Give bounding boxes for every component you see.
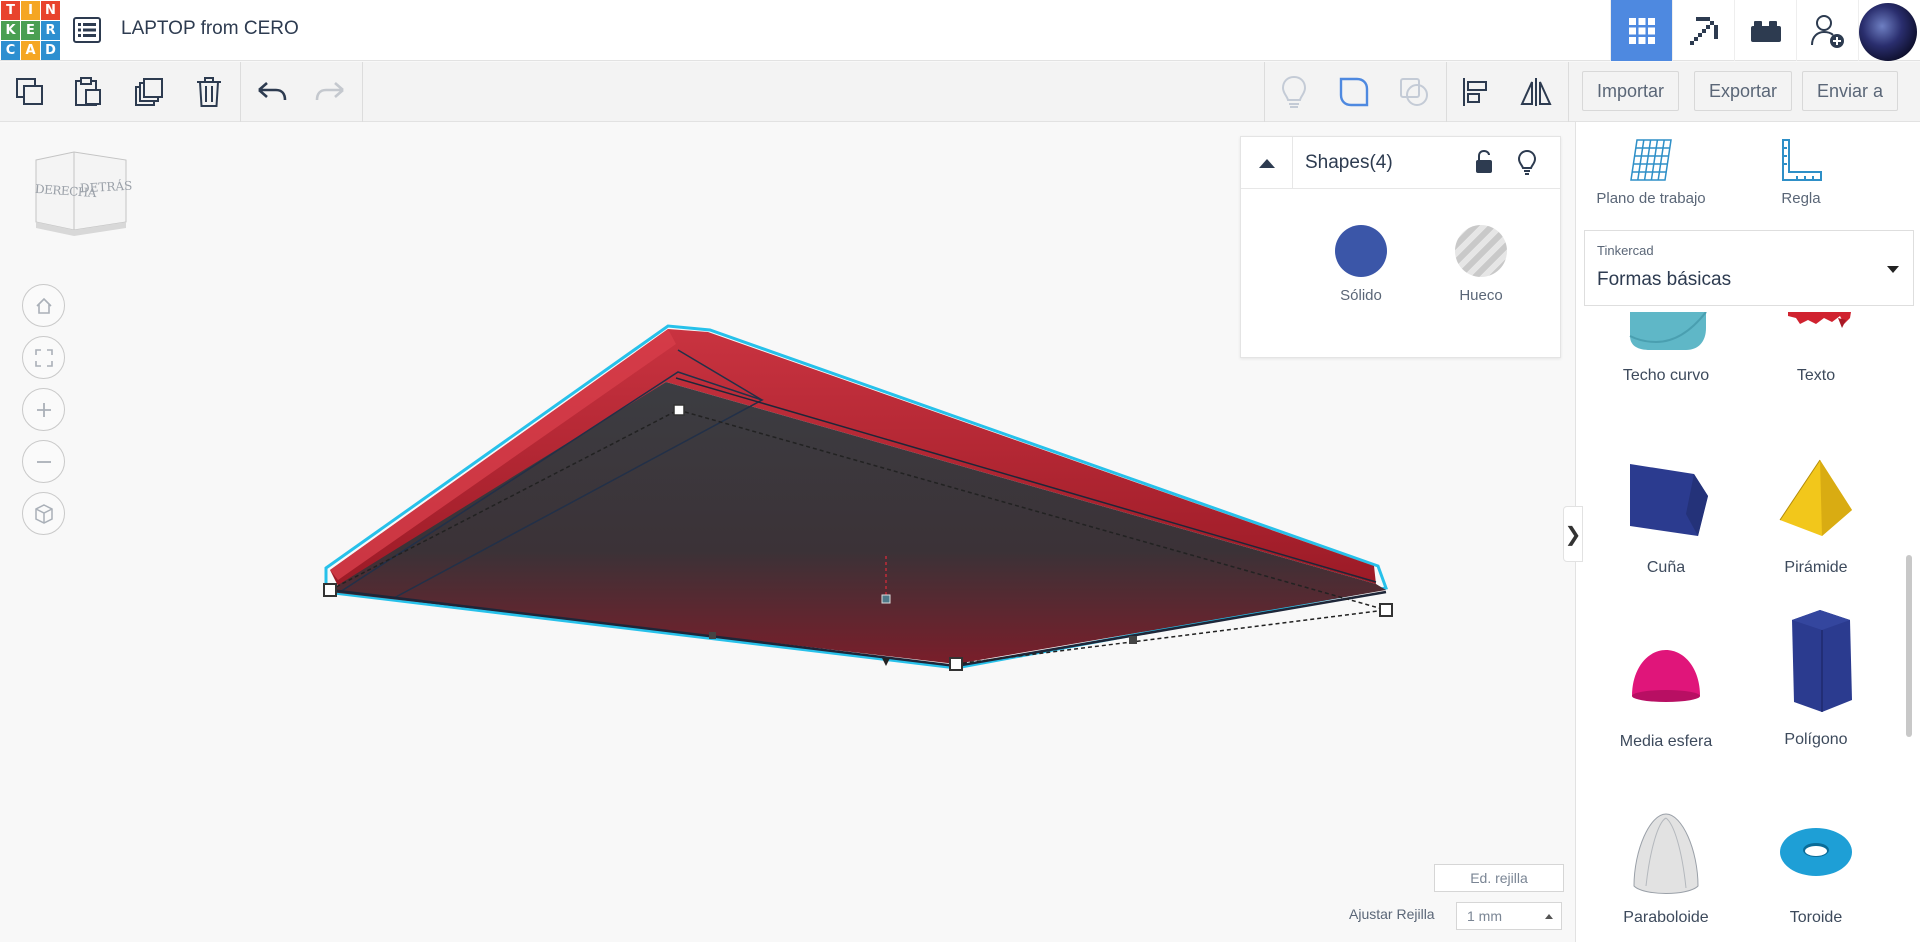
pickaxe-icon[interactable]	[1672, 0, 1734, 61]
design-list-icon[interactable]	[73, 17, 101, 43]
shape-label: Texto	[1796, 367, 1836, 384]
light-bulb-icon[interactable]	[1517, 149, 1537, 180]
perspective-icon[interactable]	[22, 492, 65, 535]
redo-icon	[308, 70, 352, 114]
send-to-button[interactable]: Enviar a	[1802, 71, 1899, 111]
delete-icon[interactable]	[187, 70, 231, 114]
align-icon[interactable]	[1454, 70, 1498, 114]
logo-letter: T	[1, 1, 20, 20]
export-button[interactable]: Exportar	[1694, 71, 1793, 111]
sidebar-scrollbar[interactable]	[1906, 555, 1912, 737]
snap-grid-value: 1 mm	[1467, 908, 1502, 924]
polygon-prism-icon	[1792, 610, 1852, 712]
hole-shape-icon	[1392, 70, 1436, 114]
shape-label: Pirámide	[1784, 559, 1848, 576]
logo-letter: R	[41, 21, 60, 40]
shape-toroide[interactable]: Toroide	[1741, 800, 1891, 927]
collapse-panel-icon[interactable]	[1241, 137, 1293, 189]
grid-view-icon[interactable]	[1610, 0, 1672, 61]
logo-letter: E	[21, 21, 40, 40]
solid-shape-icon[interactable]	[1332, 70, 1376, 114]
logo-letter: K	[1, 21, 20, 40]
viewcube-back-face[interactable]: DETRÁS	[80, 179, 133, 196]
ruler-icon	[1777, 136, 1825, 184]
edit-grid-button[interactable]: Ed. rejilla	[1434, 864, 1564, 892]
mirror-icon[interactable]	[1514, 70, 1558, 114]
logo-letter: N	[41, 1, 60, 20]
shape-label: Cuña	[1646, 559, 1686, 576]
text-shape-icon	[1788, 312, 1851, 328]
shapes-panel-title: Shapes(4)	[1305, 152, 1393, 173]
dropdown-arrow-icon	[1887, 266, 1899, 273]
torus-icon	[1780, 828, 1852, 876]
library-value: Formas básicas	[1597, 269, 1732, 290]
shape-label: Toroide	[1789, 909, 1843, 926]
zoom-out-icon[interactable]	[22, 440, 65, 483]
copy-icon[interactable]	[8, 70, 52, 114]
solid-label: Sólido	[1340, 287, 1382, 304]
project-title[interactable]: LAPTOP from CERO	[121, 18, 299, 40]
duplicate-icon[interactable]	[127, 70, 171, 114]
fit-view-icon[interactable]	[22, 336, 65, 379]
shape-grid: Techo curvo Texto Cuña Pirámide Media es…	[1576, 312, 1920, 942]
curved-roof-icon	[1629, 312, 1707, 350]
solid-color-swatch[interactable]	[1335, 225, 1387, 277]
collapse-sidebar-icon[interactable]: ❯	[1563, 506, 1583, 562]
undo-icon[interactable]	[250, 70, 294, 114]
pyramid-icon	[1779, 459, 1852, 536]
hole-swatch[interactable]	[1455, 225, 1507, 277]
top-right-nav	[1610, 0, 1920, 61]
shape-label: Paraboloide	[1623, 909, 1709, 926]
home-view-icon[interactable]	[22, 284, 65, 327]
logo-letter: I	[21, 1, 40, 20]
add-user-icon[interactable]	[1796, 0, 1858, 61]
wedge-icon	[1630, 464, 1708, 536]
snap-grid-select[interactable]: 1 mm	[1456, 902, 1562, 930]
ruler-tool[interactable]: Regla	[1726, 136, 1876, 207]
hole-option[interactable]: Hueco	[1441, 225, 1521, 304]
logo-letter: D	[41, 41, 60, 60]
edit-toolbar: Importar Exportar Enviar a	[0, 62, 1920, 122]
shape-paraboloide[interactable]: Paraboloide	[1591, 800, 1741, 927]
workplane-icon	[1627, 136, 1675, 184]
hole-label: Hueco	[1459, 287, 1503, 304]
shape-label: Polígono	[1784, 731, 1848, 748]
caret-up-icon	[1545, 914, 1553, 919]
workplane-tool[interactable]: Plano de trabajo	[1576, 136, 1726, 207]
shape-media-esfera[interactable]: Media esfera	[1591, 628, 1741, 751]
logo-letter: A	[21, 41, 40, 60]
shape-texto[interactable]: Texto	[1741, 312, 1891, 385]
shape-inspector-panel: Shapes(4) Sólido Hueco	[1240, 136, 1561, 358]
shape-cuna[interactable]: Cuña	[1591, 454, 1741, 577]
shape-techo-curvo[interactable]: Techo curvo	[1591, 312, 1741, 385]
top-bar: TIN KER CAD LAPTOP from CERO	[0, 0, 1920, 61]
workplane-label: Plano de trabajo	[1596, 190, 1706, 207]
avatar	[1859, 2, 1917, 61]
ruler-label: Regla	[1781, 190, 1821, 207]
shape-library-select[interactable]: Tinkercad Formas básicas	[1584, 230, 1914, 306]
shapes-sidebar: Plano de trabajo Regla Tinkercad Formas …	[1575, 122, 1920, 942]
view-cube[interactable]: DERECHA DETRÁS	[30, 148, 133, 245]
paste-icon[interactable]	[66, 70, 110, 114]
shape-label: Techo curvo	[1622, 367, 1710, 384]
bricks-icon[interactable]	[1734, 0, 1796, 61]
paraboloid-icon	[1633, 813, 1699, 894]
tinkercad-logo[interactable]: TIN KER CAD	[0, 0, 60, 60]
shape-label: Media esfera	[1619, 733, 1713, 750]
snap-grid-label: Ajustar Rejilla	[1349, 906, 1435, 922]
logo-letter: C	[1, 41, 20, 60]
library-source: Tinkercad	[1597, 243, 1654, 258]
avatar-button[interactable]	[1858, 0, 1920, 61]
import-button[interactable]: Importar	[1582, 71, 1680, 111]
shape-poligono[interactable]: Polígono	[1741, 606, 1891, 749]
solid-option[interactable]: Sólido	[1321, 225, 1401, 304]
zoom-in-icon[interactable]	[22, 388, 65, 431]
bulb-icon	[1272, 70, 1316, 114]
hemisphere-icon	[1632, 650, 1700, 702]
shape-piramide[interactable]: Pirámide	[1741, 454, 1891, 577]
unlock-icon[interactable]	[1473, 149, 1495, 180]
